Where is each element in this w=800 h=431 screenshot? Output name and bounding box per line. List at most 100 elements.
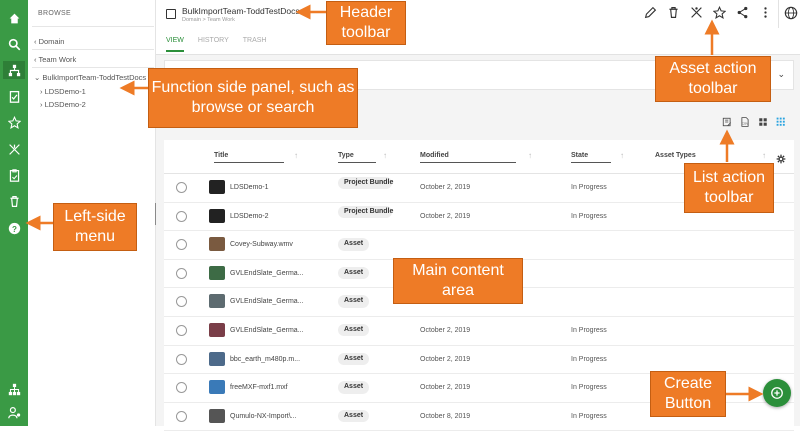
- sort-arrow-icon[interactable]: ↑: [762, 151, 766, 160]
- language-globe-icon[interactable]: [784, 6, 798, 25]
- row-title[interactable]: LDSDemo-2: [230, 213, 269, 220]
- row-title[interactable]: LDSDemo-1: [230, 184, 269, 191]
- row-select-radio[interactable]: [176, 267, 187, 279]
- row-modified: October 2, 2019: [420, 212, 471, 220]
- list-view-icon[interactable]: [776, 114, 786, 132]
- row-select-radio[interactable]: [176, 182, 187, 193]
- expand-chevron-icon[interactable]: ⌄: [777, 69, 785, 80]
- grid-view-icon[interactable]: [758, 114, 768, 132]
- callout-header-toolbar: Header toolbar: [326, 1, 406, 45]
- tab-view[interactable]: VIEW: [166, 37, 184, 52]
- sort-arrow-icon[interactable]: ↑: [620, 151, 624, 160]
- asset-action-toolbar: [644, 5, 772, 24]
- type-badge: Asset: [338, 409, 370, 423]
- tree-item-ldsdemo-1[interactable]: › LDSDemo-1: [40, 87, 86, 96]
- column-underline: [420, 162, 516, 163]
- row-select-radio[interactable]: [176, 210, 187, 222]
- panel-title: BROWSE: [38, 10, 71, 17]
- divider: [32, 49, 154, 50]
- column-title[interactable]: Title: [214, 152, 228, 159]
- tree-item-current-folder[interactable]: ⌄ BulkImportTeam-ToddTestDocs: [34, 73, 146, 82]
- column-modified[interactable]: Modified: [420, 152, 449, 159]
- list-action-toolbar: CSV: [722, 114, 786, 132]
- thumbnail: [209, 294, 225, 309]
- row-title[interactable]: GVLEndSlate_Germa...: [230, 298, 304, 305]
- divider: [778, 0, 779, 28]
- thumbnail: [209, 408, 225, 423]
- tree-item-team-work[interactable]: ‹ Team Work: [34, 55, 76, 64]
- row-title[interactable]: Qumulo-NX-Import\...: [230, 413, 297, 420]
- browse-icon[interactable]: [3, 61, 25, 79]
- home-icon[interactable]: [6, 10, 22, 26]
- column-asset-types[interactable]: Asset Types: [655, 152, 696, 159]
- type-badge: Asset: [338, 324, 370, 337]
- callout-left-menu: Left-side menu: [53, 203, 137, 251]
- row-title[interactable]: GVLEndSlate_Germa...: [230, 270, 304, 277]
- user-settings-icon[interactable]: [6, 404, 22, 420]
- tree-item-ldsdemo-2[interactable]: › LDSDemo-2: [40, 100, 86, 109]
- more-vertical-icon[interactable]: [759, 6, 772, 24]
- type-badge: Project Bundle: [338, 205, 393, 218]
- delete-icon[interactable]: [667, 6, 680, 24]
- tree-item-domain[interactable]: ‹ Domain: [34, 37, 64, 46]
- export-icon[interactable]: CSV: [740, 114, 750, 132]
- row-title[interactable]: Covey-Subway.wmv: [230, 241, 293, 248]
- divider: [32, 67, 154, 68]
- column-type[interactable]: Type: [338, 152, 354, 159]
- row-modified: October 2, 2019: [420, 327, 471, 334]
- search-icon[interactable]: [6, 36, 22, 52]
- star-icon[interactable]: [6, 114, 22, 130]
- row-select-radio[interactable]: [176, 410, 187, 422]
- callout-list-toolbar: List action toolbar: [684, 163, 774, 213]
- tab-history[interactable]: HISTORY: [198, 37, 229, 52]
- row-title[interactable]: freeMXF-mxf1.mxf: [230, 384, 288, 391]
- column-underline: [338, 162, 376, 163]
- row-select-radio[interactable]: [176, 353, 187, 365]
- edit-list-icon[interactable]: [722, 114, 732, 132]
- thumbnail: [209, 380, 225, 395]
- edit-icon[interactable]: [644, 6, 657, 24]
- thumbnail: [209, 265, 225, 280]
- row-select-radio[interactable]: [176, 325, 187, 336]
- row-title[interactable]: GVLEndSlate_Germa...: [230, 327, 304, 334]
- task-icon[interactable]: [6, 167, 22, 183]
- sort-arrow-icon[interactable]: ↑: [528, 151, 532, 160]
- column-state[interactable]: State: [571, 152, 588, 159]
- divider: [32, 26, 154, 27]
- folder-icon: [166, 9, 176, 19]
- thumbnail: [209, 208, 225, 223]
- workflow-icon[interactable]: [690, 6, 703, 24]
- org-icon[interactable]: [6, 381, 22, 397]
- row-select-radio[interactable]: [176, 382, 187, 394]
- row-modified: October 8, 2019: [420, 412, 471, 420]
- sort-arrow-icon[interactable]: ↑: [383, 151, 387, 160]
- column-underline: [214, 162, 284, 163]
- table-row[interactable]: bbc_earth_m480p.m... Asset October 2, 2019…: [164, 346, 794, 375]
- row-state: In Progress: [571, 184, 607, 191]
- row-modified: October 2, 2019: [420, 355, 471, 363]
- table-row[interactable]: GVLEndSlate_Germa... Asset October 2, 2019…: [164, 317, 794, 346]
- type-badge: Asset: [338, 295, 370, 308]
- create-button[interactable]: [763, 379, 791, 407]
- sort-arrow-icon[interactable]: ↑: [294, 151, 298, 160]
- column-settings-gear-icon[interactable]: [776, 151, 786, 169]
- thumbnail: [209, 323, 225, 337]
- row-modified: October 2, 2019: [420, 384, 471, 392]
- row-state: In Progress: [571, 412, 607, 420]
- help-icon[interactable]: ?: [6, 220, 22, 236]
- row-state: In Progress: [571, 212, 607, 220]
- row-select-radio[interactable]: [176, 239, 187, 251]
- share-icon[interactable]: [736, 6, 749, 24]
- breadcrumb[interactable]: Domain > Team Work: [182, 17, 235, 23]
- row-select-radio[interactable]: [176, 296, 187, 308]
- favorite-star-icon[interactable]: [712, 5, 727, 24]
- table-row[interactable]: Covey-Subway.wmv Asset: [164, 231, 794, 260]
- trash-icon[interactable]: [6, 193, 22, 209]
- type-badge: Project Bundle: [338, 177, 393, 190]
- type-badge: Asset: [338, 266, 370, 280]
- tab-trash[interactable]: TRASH: [243, 37, 267, 52]
- clipboard-icon[interactable]: [6, 88, 22, 104]
- row-title[interactable]: bbc_earth_m480p.m...: [230, 356, 300, 363]
- workflow-icon[interactable]: [6, 141, 22, 157]
- view-tabs: VIEW HISTORY TRASH: [166, 37, 267, 52]
